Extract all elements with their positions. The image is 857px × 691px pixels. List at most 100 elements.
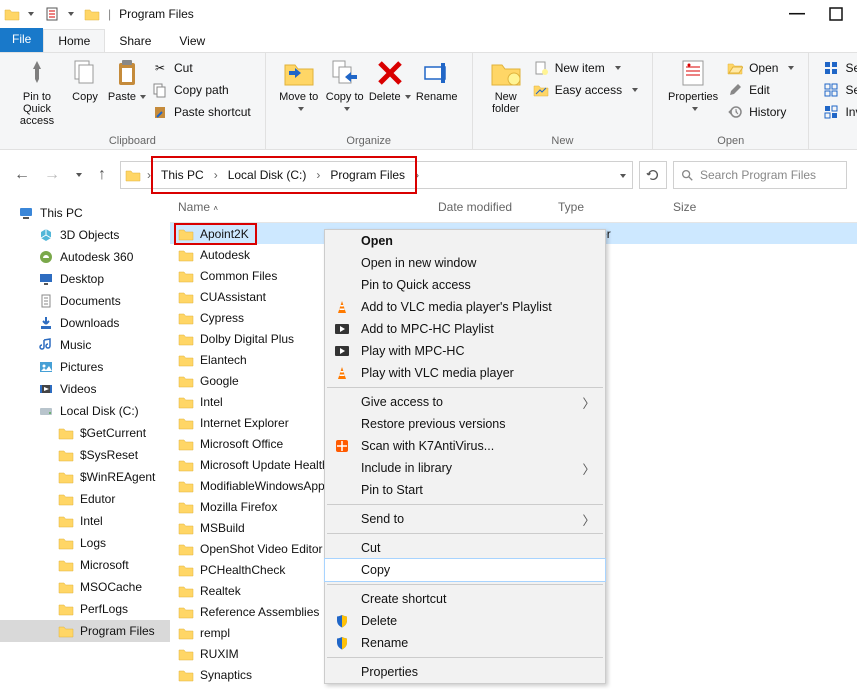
- menu-item[interactable]: Open in new window: [325, 252, 605, 274]
- menu-item[interactable]: Create shortcut: [325, 588, 605, 610]
- menu-item[interactable]: Pin to Quick access: [325, 274, 605, 296]
- file-name: RUXIM: [200, 647, 239, 661]
- a360-icon: [38, 249, 54, 265]
- properties-button[interactable]: Properties: [663, 57, 723, 115]
- menu-item-icon: [333, 232, 351, 250]
- file-name: Common Files: [200, 269, 277, 283]
- nav-item[interactable]: $SysReset: [0, 444, 170, 466]
- nav-item[interactable]: Intel: [0, 510, 170, 532]
- address-bar[interactable]: › This PC › Local Disk (C:) › Program Fi…: [120, 161, 633, 189]
- menu-item[interactable]: Copy: [325, 559, 605, 581]
- paste-button[interactable]: Paste: [106, 57, 148, 103]
- nav-item[interactable]: $GetCurrent: [0, 422, 170, 444]
- column-headers[interactable]: Name ˄ Date modified Type Size: [170, 192, 857, 223]
- menu-item[interactable]: Play with MPC-HC: [325, 340, 605, 362]
- nav-item[interactable]: PerfLogs: [0, 598, 170, 620]
- menu-item[interactable]: Add to MPC-HC Playlist: [325, 318, 605, 340]
- invert-selection-button[interactable]: Invert selection: [819, 101, 857, 123]
- tab-file[interactable]: File: [0, 28, 43, 52]
- forward-button[interactable]: →: [40, 163, 64, 187]
- select-all-button[interactable]: Select all: [819, 57, 857, 79]
- new-folder-button[interactable]: New folder: [483, 57, 529, 115]
- file-name: Intel: [200, 395, 223, 409]
- nav-item[interactable]: Local Disk (C:): [0, 400, 170, 422]
- qat-dropdown[interactable]: [24, 6, 40, 22]
- nav-row: ← → ↑ › This PC › Local Disk (C:) › Prog…: [0, 158, 857, 192]
- folder-icon: [178, 226, 194, 242]
- nav-item[interactable]: $WinREAgent: [0, 466, 170, 488]
- nav-item[interactable]: Videos: [0, 378, 170, 400]
- recent-locations-button[interactable]: [70, 163, 84, 187]
- copy-to-button[interactable]: Copy to: [322, 57, 368, 115]
- column-date[interactable]: Date modified: [430, 200, 550, 214]
- copy-path-button[interactable]: Copy path: [148, 79, 255, 101]
- copy-button[interactable]: Copy: [64, 57, 106, 103]
- easy-access-button[interactable]: Easy access: [529, 79, 642, 101]
- cut-button[interactable]: ✂Cut: [148, 57, 255, 79]
- column-name[interactable]: Name ˄: [170, 200, 430, 214]
- menu-item[interactable]: Properties: [325, 661, 605, 683]
- nav-item[interactable]: Autodesk 360: [0, 246, 170, 268]
- pin-to-quick-access-button[interactable]: Pin to Quick access: [10, 57, 64, 127]
- menu-item[interactable]: Give access to〉: [325, 391, 605, 413]
- folder-icon: [58, 447, 74, 463]
- qat-dropdown[interactable]: [64, 6, 80, 22]
- nav-item[interactable]: MSOCache: [0, 576, 170, 598]
- tab-share[interactable]: Share: [105, 30, 165, 52]
- menu-item-label: Create shortcut: [361, 592, 595, 606]
- ribbon-tabs: File Home Share View: [0, 28, 857, 52]
- menu-item[interactable]: Cut: [325, 537, 605, 559]
- edit-button[interactable]: Edit: [723, 79, 798, 101]
- nav-item-label: This PC: [40, 206, 83, 220]
- menu-item[interactable]: Add to VLC media player's Playlist: [325, 296, 605, 318]
- address-dropdown[interactable]: [616, 168, 628, 182]
- tab-view[interactable]: View: [165, 30, 219, 52]
- menu-item[interactable]: Play with VLC media player: [325, 362, 605, 384]
- menu-item[interactable]: Restore previous versions: [325, 413, 605, 435]
- up-button[interactable]: ↑: [90, 163, 114, 187]
- nav-tree[interactable]: This PC 3D ObjectsAutodesk 360DesktopDocu…: [0, 192, 170, 691]
- back-button[interactable]: ←: [10, 163, 34, 187]
- menu-item[interactable]: Send to〉: [325, 508, 605, 530]
- nav-item[interactable]: Documents: [0, 290, 170, 312]
- move-to-button[interactable]: Move to: [276, 57, 322, 115]
- column-type[interactable]: Type: [550, 200, 665, 214]
- search-input[interactable]: Search Program Files: [673, 161, 847, 189]
- group-clipboard: Pin to Quick access Copy Paste ✂Cut Copy…: [0, 53, 266, 149]
- nav-item[interactable]: This PC: [0, 202, 170, 224]
- menu-item[interactable]: Scan with K7AntiVirus...: [325, 435, 605, 457]
- nav-item[interactable]: Microsoft: [0, 554, 170, 576]
- delete-button[interactable]: Delete: [368, 57, 412, 103]
- tab-home[interactable]: Home: [43, 29, 105, 52]
- menu-item[interactable]: Pin to Start: [325, 479, 605, 501]
- nav-item[interactable]: Edutor: [0, 488, 170, 510]
- nav-item[interactable]: Logs: [0, 532, 170, 554]
- open-button[interactable]: Open: [723, 57, 798, 79]
- nav-item[interactable]: 3D Objects: [0, 224, 170, 246]
- menu-item[interactable]: Rename: [325, 632, 605, 654]
- file-name: Elantech: [200, 353, 247, 367]
- properties-icon[interactable]: [44, 6, 60, 22]
- history-button[interactable]: History: [723, 101, 798, 123]
- new-item-button[interactable]: New item: [529, 57, 642, 79]
- nav-item[interactable]: Downloads: [0, 312, 170, 334]
- menu-item[interactable]: Include in library〉: [325, 457, 605, 479]
- paste-shortcut-button[interactable]: Paste shortcut: [148, 101, 255, 123]
- nav-item[interactable]: Desktop: [0, 268, 170, 290]
- column-size[interactable]: Size: [665, 200, 745, 214]
- maximize-button[interactable]: [829, 7, 843, 21]
- menu-item-label: Rename: [361, 636, 595, 650]
- folder-icon: [58, 535, 74, 551]
- nav-item[interactable]: Program Files: [0, 620, 170, 642]
- menu-item-label: Play with VLC media player: [361, 366, 595, 380]
- menu-separator: [327, 387, 603, 388]
- select-none-button[interactable]: Select none: [819, 79, 857, 101]
- menu-item[interactable]: Delete: [325, 610, 605, 632]
- refresh-button[interactable]: [639, 161, 667, 189]
- nav-item[interactable]: Pictures: [0, 356, 170, 378]
- rename-button[interactable]: Rename: [412, 57, 462, 103]
- context-menu[interactable]: OpenOpen in new windowPin to Quick acces…: [324, 229, 606, 684]
- menu-item[interactable]: Open: [325, 230, 605, 252]
- nav-item[interactable]: Music: [0, 334, 170, 356]
- minimize-button[interactable]: —: [789, 5, 805, 23]
